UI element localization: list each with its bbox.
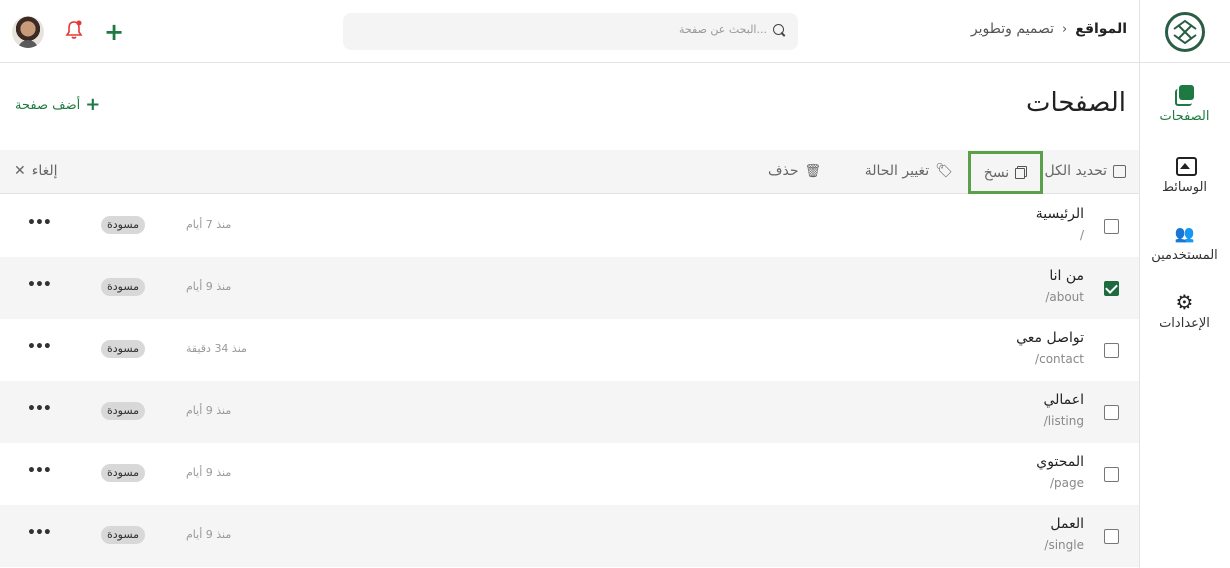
status-badge: مسودة bbox=[101, 402, 146, 420]
row-date: منذ 9 أيام bbox=[186, 466, 232, 479]
row-slug: /contact bbox=[1035, 352, 1084, 366]
more-options-icon[interactable]: ••• bbox=[27, 215, 52, 231]
copy-button[interactable]: نسخ bbox=[968, 151, 1043, 194]
status-badge: مسودة bbox=[101, 278, 146, 296]
status-badge: مسودة bbox=[101, 340, 146, 358]
table-row[interactable]: تواصل معي /contact منذ 34 دقيقة مسودة ••… bbox=[0, 319, 1139, 381]
cancel-label: إلغاء bbox=[31, 163, 58, 179]
table-row[interactable]: اعمالي /listing منذ 9 أيام مسودة ••• bbox=[0, 381, 1139, 443]
nav-label: الصفحات bbox=[1159, 109, 1210, 124]
select-all-label: تحديد الكل bbox=[1044, 163, 1107, 179]
top-header: المواقع › تصميم وتطوير البحث عن صفحة... … bbox=[0, 0, 1230, 63]
row-slug: /about bbox=[1045, 290, 1084, 304]
nav-item-pages[interactable]: الصفحات bbox=[1139, 85, 1230, 124]
pages-list: الرئيسية / منذ 7 أيام مسودة ••• من انا /… bbox=[0, 195, 1139, 567]
add-page-label: أضف صفحة bbox=[15, 97, 81, 113]
row-checkbox[interactable] bbox=[1104, 405, 1119, 420]
change-status-label: تغيير الحالة bbox=[864, 163, 930, 179]
nav-item-settings[interactable]: ⚙ الإعدادات bbox=[1139, 292, 1230, 331]
row-title[interactable]: تواصل معي bbox=[1016, 330, 1084, 346]
page-title: الصفحات bbox=[1025, 88, 1126, 118]
bulk-actions-toolbar: تحديد الكل نسخ تغيير الحالة 🏷 حذف 🗑 ✕ إل… bbox=[0, 150, 1139, 194]
close-icon: ✕ bbox=[14, 163, 26, 179]
row-date: منذ 9 أيام bbox=[186, 528, 232, 541]
more-options-icon[interactable]: ••• bbox=[27, 277, 52, 293]
table-row[interactable]: العمل /single منذ 9 أيام مسودة ••• bbox=[0, 505, 1139, 567]
search-placeholder: البحث عن صفحة... bbox=[679, 23, 767, 36]
row-date: منذ 34 دقيقة bbox=[186, 342, 247, 355]
row-title[interactable]: المحتوي bbox=[1036, 454, 1084, 470]
plus-icon[interactable]: + bbox=[104, 20, 124, 44]
avatar[interactable] bbox=[12, 16, 44, 48]
breadcrumb-current[interactable]: تصميم وتطوير bbox=[971, 21, 1054, 37]
media-icon bbox=[1175, 156, 1197, 176]
row-checkbox[interactable] bbox=[1104, 343, 1119, 358]
nav-item-media[interactable]: الوسائط bbox=[1139, 156, 1230, 195]
breadcrumb: المواقع › تصميم وتطوير bbox=[971, 21, 1127, 37]
select-all-button[interactable]: تحديد الكل bbox=[1045, 163, 1126, 179]
row-slug: / bbox=[1079, 228, 1084, 242]
delete-label: حذف bbox=[767, 163, 799, 179]
cancel-button[interactable]: ✕ إلغاء bbox=[14, 163, 58, 179]
row-title[interactable]: من انا bbox=[1049, 268, 1084, 284]
table-row[interactable]: المحتوي /page منذ 9 أيام مسودة ••• bbox=[0, 443, 1139, 505]
nav-item-users[interactable]: 👥 المستخدمين bbox=[1139, 224, 1230, 263]
change-status-button[interactable]: تغيير الحالة 🏷 bbox=[865, 163, 953, 179]
add-page-button[interactable]: أضف صفحة + bbox=[15, 96, 100, 114]
status-badge: مسودة bbox=[101, 464, 146, 482]
side-navigation: الصفحات الوسائط 👥 المستخدمين ⚙ الإعدادات bbox=[1139, 63, 1230, 568]
more-options-icon[interactable]: ••• bbox=[27, 401, 52, 417]
delete-button[interactable]: حذف 🗑 bbox=[768, 163, 821, 179]
status-badge: مسودة bbox=[101, 216, 146, 234]
search-icon bbox=[773, 24, 784, 35]
row-title[interactable]: اعمالي bbox=[1043, 392, 1084, 408]
gear-icon: ⚙ bbox=[1175, 290, 1194, 314]
nav-label: الوسائط bbox=[1161, 180, 1208, 195]
status-badge: مسودة bbox=[101, 526, 146, 544]
bell-notification-icon[interactable] bbox=[64, 20, 84, 45]
search-input[interactable]: البحث عن صفحة... bbox=[343, 13, 798, 50]
row-slug: /listing bbox=[1043, 414, 1084, 428]
more-options-icon[interactable]: ••• bbox=[27, 525, 52, 541]
copy-label: نسخ bbox=[983, 164, 1010, 181]
checkbox-icon bbox=[1113, 164, 1126, 178]
tag-icon: 🏷 bbox=[935, 163, 953, 179]
row-date: منذ 9 أيام bbox=[186, 404, 232, 417]
table-row[interactable]: من انا /about منذ 9 أيام مسودة ••• bbox=[0, 257, 1139, 319]
row-title[interactable]: الرئيسية bbox=[1036, 206, 1084, 222]
chevron-left-icon: › bbox=[1062, 21, 1068, 37]
copy-icon bbox=[1015, 166, 1028, 179]
row-title[interactable]: العمل bbox=[1050, 516, 1084, 532]
users-icon: 👥 bbox=[1174, 224, 1195, 243]
row-slug: /single bbox=[1044, 538, 1084, 552]
row-checkbox[interactable] bbox=[1104, 281, 1119, 296]
globe-logo-icon[interactable] bbox=[1165, 11, 1205, 52]
breadcrumb-root[interactable]: المواقع bbox=[1075, 21, 1127, 37]
row-checkbox[interactable] bbox=[1104, 529, 1119, 544]
row-date: منذ 7 أيام bbox=[186, 218, 232, 231]
more-options-icon[interactable]: ••• bbox=[27, 463, 52, 479]
more-options-icon[interactable]: ••• bbox=[27, 339, 52, 355]
logo-area[interactable] bbox=[1139, 0, 1230, 63]
nav-label: الإعدادات bbox=[1159, 316, 1210, 331]
row-date: منذ 9 أيام bbox=[186, 280, 232, 293]
row-slug: /page bbox=[1049, 476, 1084, 490]
table-row[interactable]: الرئيسية / منذ 7 أيام مسودة ••• bbox=[0, 195, 1139, 257]
nav-label: المستخدمين bbox=[1151, 248, 1218, 263]
row-checkbox[interactable] bbox=[1104, 467, 1119, 482]
header-actions: + bbox=[12, 16, 124, 48]
trash-icon: 🗑 bbox=[804, 163, 821, 179]
plus-icon: + bbox=[85, 94, 101, 115]
pages-icon bbox=[1174, 85, 1195, 106]
row-checkbox[interactable] bbox=[1104, 219, 1119, 234]
